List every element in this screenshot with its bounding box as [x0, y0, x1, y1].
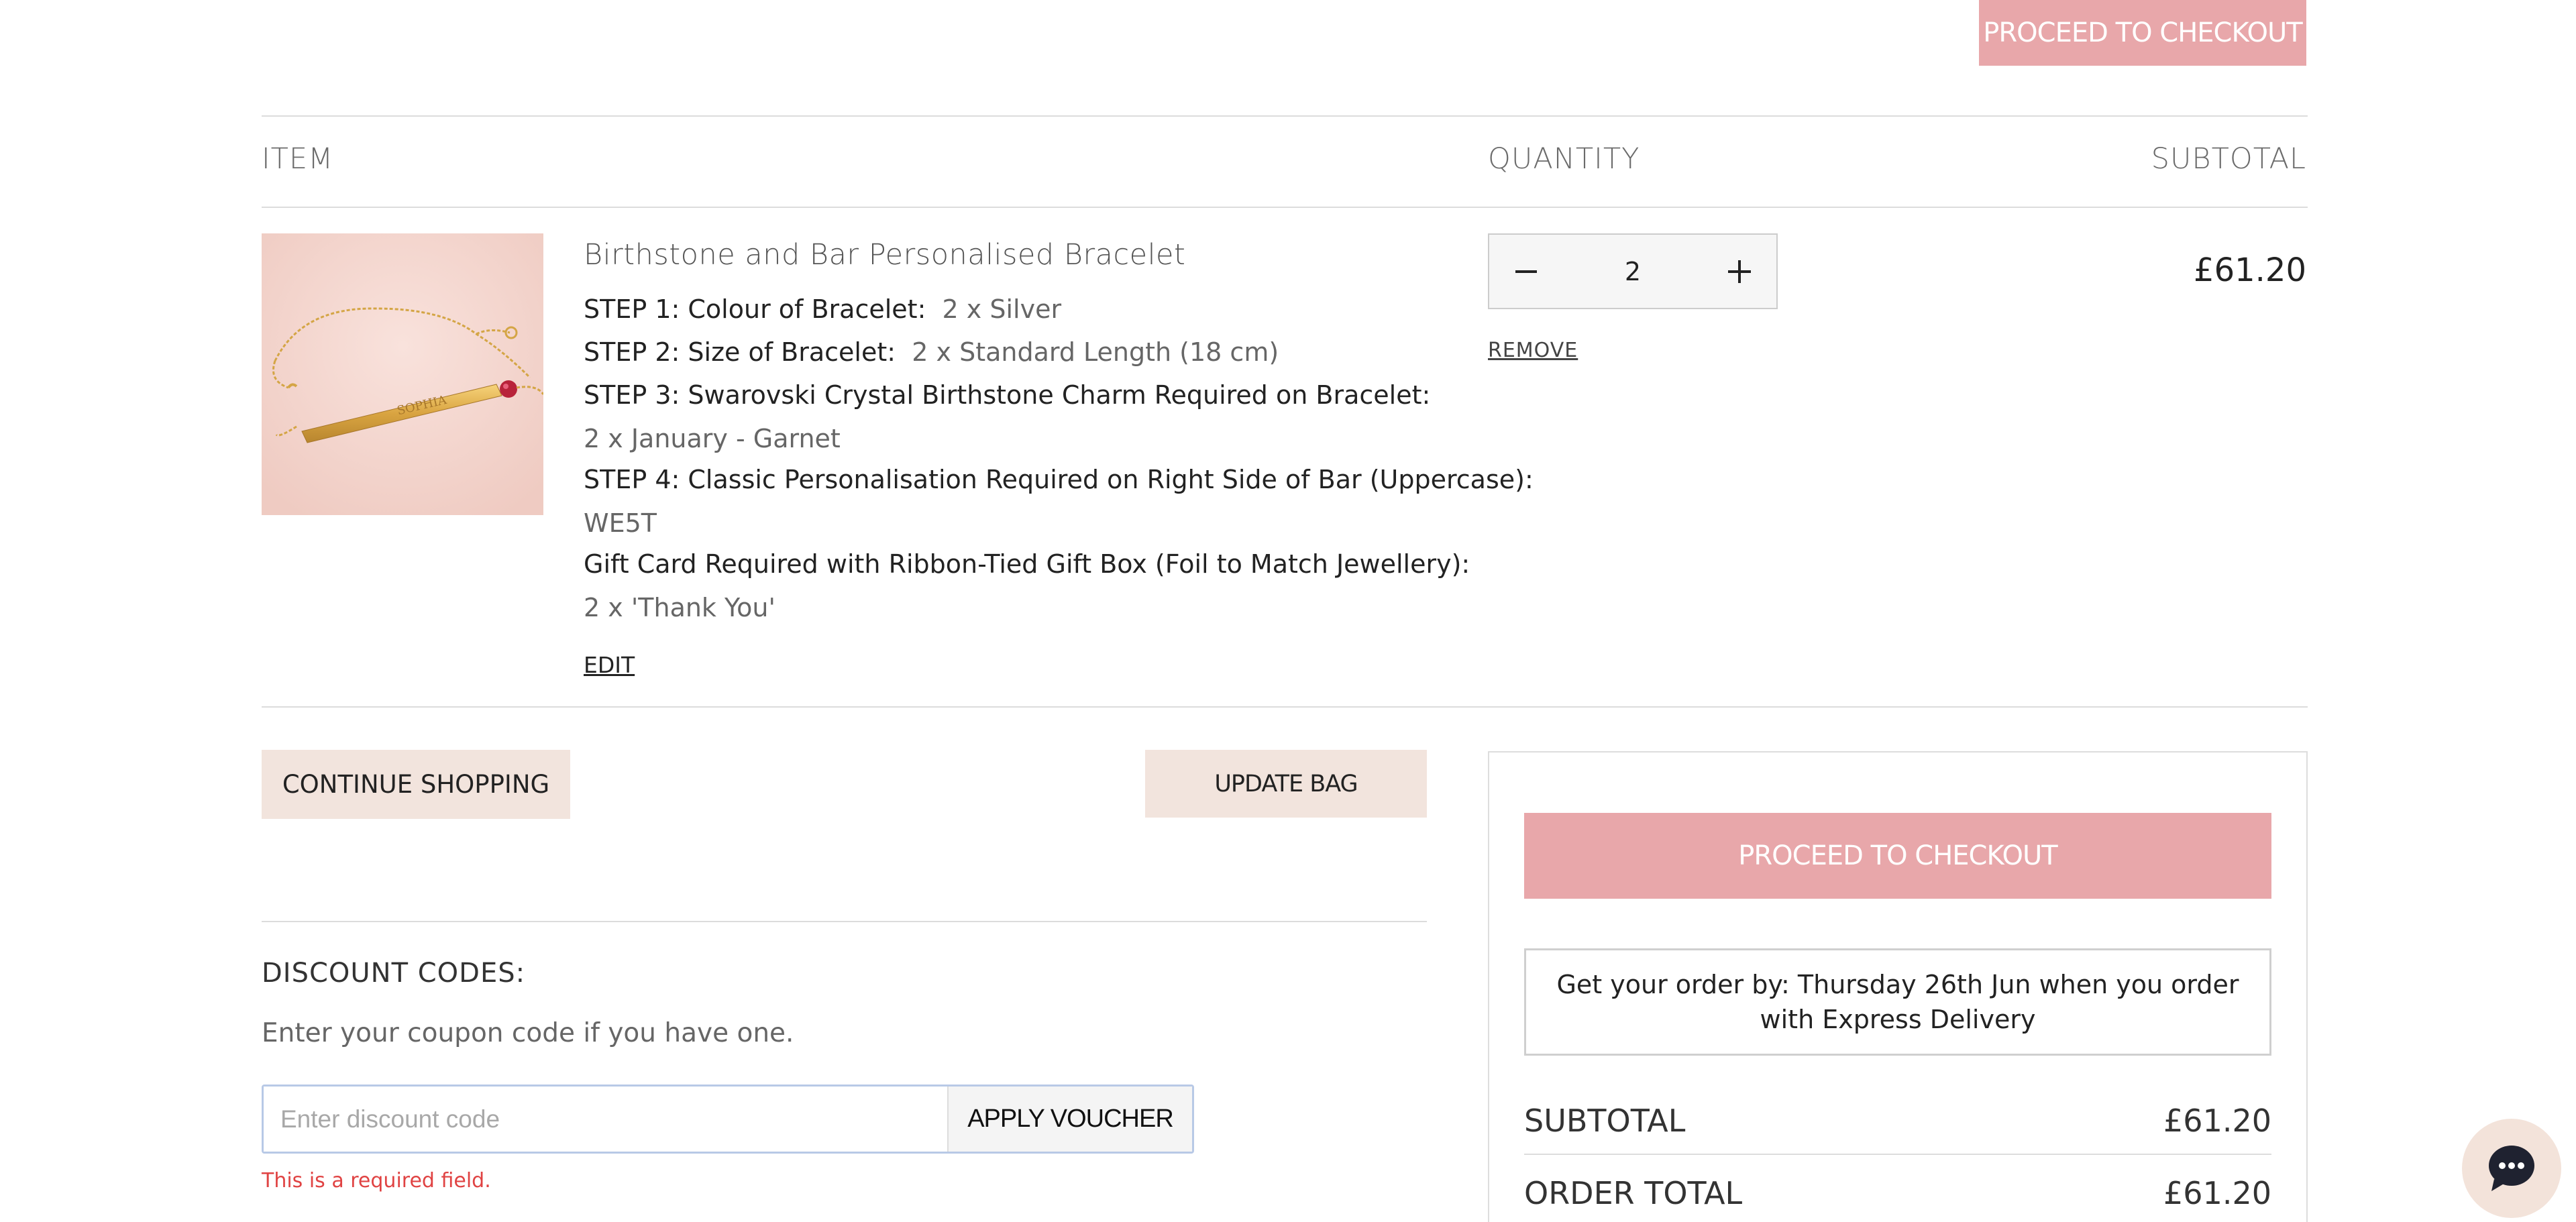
minus-icon: [1515, 270, 1537, 273]
summary-total-label: ORDER TOTAL: [1524, 1175, 1743, 1211]
edit-item-link[interactable]: EDIT: [584, 652, 635, 678]
decrease-quantity-button[interactable]: [1489, 235, 1563, 308]
option-value: 2 x Silver: [942, 294, 1062, 324]
discount-error-message: This is a required field.: [262, 1169, 491, 1192]
proceed-to-checkout-top-button[interactable]: PROCEED TO CHECKOUT: [1979, 0, 2306, 66]
option-step-1: STEP 1: Colour of Bracelet: 2 x Silver: [584, 296, 1061, 322]
discount-form: APPLY VOUCHER: [262, 1085, 1194, 1154]
increase-quantity-button[interactable]: [1703, 235, 1776, 308]
discount-help-text: Enter your coupon code if you have one.: [262, 1018, 794, 1048]
option-value: 2 x 'Thank You': [584, 593, 775, 622]
summary-total-value: £61.20: [2163, 1175, 2271, 1211]
option-label: Gift Card Required with Ribbon-Tied Gift…: [584, 549, 1470, 579]
chat-bubble-icon: [2489, 1146, 2534, 1191]
update-bag-button[interactable]: UPDATE BAG: [1145, 750, 1427, 818]
subtotal-column-header: SUBTOTAL: [2151, 142, 2306, 176]
quantity-input[interactable]: 2: [1563, 235, 1703, 308]
divider: [1524, 1154, 2271, 1155]
summary-subtotal-value: £61.20: [2163, 1103, 2271, 1139]
bracelet-image: SOPHIA: [262, 233, 543, 515]
divider: [262, 706, 2308, 708]
option-step-4: STEP 4: Classic Personalisation Required…: [584, 467, 1534, 492]
quantity-column-header: QUANTITY: [1488, 142, 1640, 176]
option-step-3: STEP 3: Swarovski Crystal Birthstone Cha…: [584, 382, 1430, 408]
discount-codes-title: DISCOUNT CODES:: [262, 958, 526, 989]
option-label: STEP 3: Swarovski Crystal Birthstone Cha…: [584, 380, 1431, 410]
divider: [262, 921, 1427, 922]
summary-subtotal-label: SUBTOTAL: [1524, 1103, 1686, 1139]
option-label: STEP 1: Colour of Bracelet:: [584, 294, 926, 324]
product-name[interactable]: Birthstone and Bar Personalised Bracelet: [584, 238, 1185, 272]
chat-launcher-button[interactable]: [2462, 1119, 2561, 1218]
option-step-2: STEP 2: Size of Bracelet: 2 x Standard L…: [584, 339, 1279, 365]
option-value: 2 x Standard Length (18 cm): [912, 337, 1279, 367]
cart-page: PROCEED TO CHECKOUT ITEM QUANTITY SUBTOT…: [0, 0, 2576, 1222]
divider: [262, 115, 2308, 117]
proceed-to-checkout-button[interactable]: PROCEED TO CHECKOUT: [1524, 813, 2271, 899]
discount-code-input[interactable]: [264, 1087, 947, 1152]
summary-total-row: ORDER TOTAL £61.20: [1524, 1175, 2271, 1211]
apply-voucher-button[interactable]: APPLY VOUCHER: [947, 1087, 1192, 1152]
delivery-estimate: Get your order by: Thursday 26th Jun whe…: [1524, 948, 2271, 1056]
option-label: STEP 2: Size of Bracelet:: [584, 337, 896, 367]
option-label: STEP 4: Classic Personalisation Required…: [584, 465, 1534, 494]
product-image[interactable]: SOPHIA: [262, 233, 543, 515]
divider: [262, 207, 2308, 208]
order-summary: PROCEED TO CHECKOUT Get your order by: T…: [1488, 751, 2308, 1222]
plus-icon: [1728, 260, 1751, 283]
continue-shopping-button[interactable]: CONTINUE SHOPPING: [262, 750, 570, 819]
item-column-header: ITEM: [262, 142, 334, 176]
summary-subtotal-row: SUBTOTAL £61.20: [1524, 1103, 2271, 1139]
option-value: WE5T: [584, 508, 657, 538]
line-item-subtotal: £61.20: [2194, 252, 2306, 289]
remove-item-link[interactable]: REMOVE: [1488, 339, 1578, 362]
quantity-stepper: 2: [1488, 233, 1778, 309]
option-value: 2 x January - Garnet: [584, 424, 841, 453]
option-gift-card: Gift Card Required with Ribbon-Tied Gift…: [584, 551, 1470, 577]
